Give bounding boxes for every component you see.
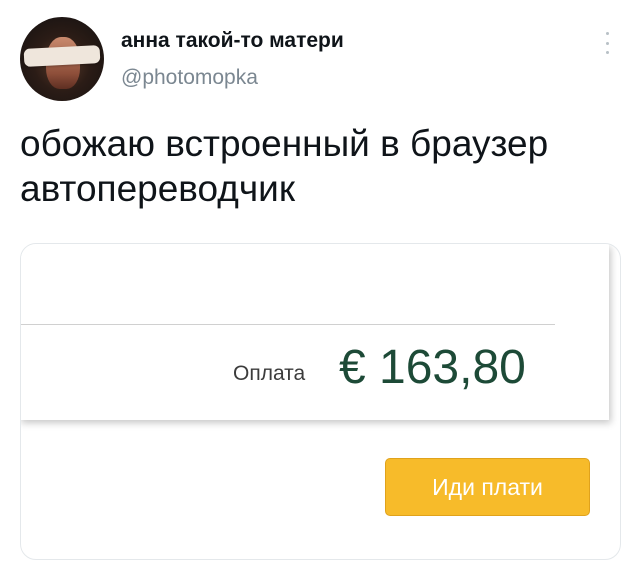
pay-button[interactable]: Иди плати <box>385 458 590 516</box>
dot <box>605 41 609 45</box>
dot <box>605 32 609 35</box>
author-name[interactable]: анна такой-то матери <box>121 29 344 53</box>
avatar-cover <box>23 45 101 67</box>
payment-label: Оплата <box>233 362 306 385</box>
avatar[interactable] <box>20 17 104 101</box>
payment-panel: Оплата € 163,80 <box>21 244 609 420</box>
divider <box>21 324 555 325</box>
dot <box>605 51 609 54</box>
more-vertical-icon[interactable] <box>602 32 612 54</box>
tweet-media-card[interactable]: Оплата € 163,80 Иди плати <box>20 243 621 560</box>
payment-amount: € 163,80 <box>339 341 526 394</box>
tweet-text: обожаю встроенный в браузер автопереводч… <box>20 123 549 209</box>
author-handle[interactable]: @photomopka <box>121 66 258 90</box>
